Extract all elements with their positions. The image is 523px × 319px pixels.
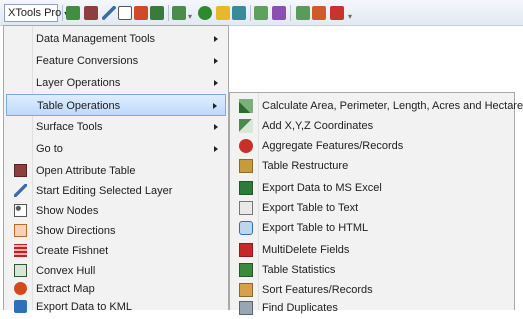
submenu-item-table-statistics[interactable]: Table Statistics xyxy=(232,259,512,281)
grid-icon[interactable] xyxy=(134,6,148,20)
kml-icon xyxy=(14,300,27,313)
aggregate-icon xyxy=(239,139,253,153)
menu-item-export-kml[interactable]: Export Data to KML xyxy=(6,296,226,318)
zoom-icon[interactable] xyxy=(232,6,246,20)
submenu-item-label: Find Duplicates xyxy=(262,302,338,314)
info-icon[interactable] xyxy=(216,6,230,20)
submenu-item-add-xyz[interactable]: Add X,Y,Z Coordinates xyxy=(232,115,512,137)
calculate-icon xyxy=(239,99,253,113)
submenu-item-label: Sort Features/Records xyxy=(262,284,373,296)
table-options-icon[interactable] xyxy=(150,6,164,20)
menu-item-label: Surface Tools xyxy=(36,121,103,133)
toolbar-separator xyxy=(168,5,169,21)
submenu-arrow-icon xyxy=(214,80,218,86)
menu-item-label: Feature Conversions xyxy=(36,55,139,67)
submenu-item-export-text[interactable]: Export Table to Text xyxy=(232,197,512,219)
table-icon[interactable] xyxy=(84,6,98,20)
menu-item-label: Open Attribute Table xyxy=(36,165,136,177)
submenu-item-table-restructure[interactable]: Table Restructure xyxy=(232,155,512,177)
directions-icon xyxy=(14,224,27,237)
menu-item-label: Start Editing Selected Layer xyxy=(36,185,173,197)
convex-hull-icon xyxy=(14,264,27,277)
restructure-icon xyxy=(239,159,253,173)
fishnet-icon xyxy=(14,244,27,257)
table-icon xyxy=(14,164,27,177)
menu-item-create-fishnet[interactable]: Create Fishnet xyxy=(6,240,226,262)
submenu-item-label: Table Statistics xyxy=(262,264,336,276)
menu-item-label: Layer Operations xyxy=(36,77,121,89)
duplicates-icon xyxy=(239,301,253,315)
menu-item-start-editing[interactable]: Start Editing Selected Layer xyxy=(6,180,226,202)
submenu-item-label: Export Table to HTML xyxy=(262,222,369,234)
measure-icon[interactable] xyxy=(312,6,326,20)
submenu-arrow-icon xyxy=(213,103,217,109)
menu-item-layer-operations[interactable]: Layer Operations xyxy=(6,72,226,94)
menu-item-data-management-tools[interactable]: Data Management Tools xyxy=(6,28,226,50)
submenu-item-export-excel[interactable]: Export Data to MS Excel xyxy=(232,177,512,199)
toolbar-separator xyxy=(62,5,63,21)
nodes-icon xyxy=(14,204,27,217)
nodes-icon[interactable] xyxy=(118,6,132,20)
submenu-item-label: Aggregate Features/Records xyxy=(262,140,404,152)
toolbar: XTools Pro ▾ ▾ ▾ xyxy=(0,0,523,26)
submenu-item-calculate-area[interactable]: Calculate Area, Perimeter, Length, Acres… xyxy=(232,95,523,117)
submenu-arrow-icon xyxy=(214,124,218,130)
submenu-item-label: Export Table to Text xyxy=(262,202,359,214)
menu-item-show-nodes[interactable]: Show Nodes xyxy=(6,200,226,222)
menu-item-label: Go to xyxy=(36,143,63,155)
menu-item-label: Table Operations xyxy=(37,100,121,112)
submenu-item-label: Table Restructure xyxy=(262,160,349,172)
table-operations-submenu: Calculate Area, Perimeter, Length, Acres… xyxy=(229,92,523,315)
extract-map-icon xyxy=(14,282,27,295)
statistics-icon xyxy=(239,263,253,277)
submenu-item-multidelete-fields[interactable]: MultiDelete Fields xyxy=(232,239,512,261)
menu-item-label: Create Fishnet xyxy=(36,245,109,257)
toolbar-separator xyxy=(290,5,291,21)
submenu-item-find-duplicates[interactable]: Find Duplicates xyxy=(232,297,512,319)
submenu-item-aggregate[interactable]: Aggregate Features/Records xyxy=(232,135,512,157)
text-export-icon xyxy=(239,201,253,215)
menu-item-table-operations[interactable]: Table Operations xyxy=(6,94,226,116)
menu-item-label: Convex Hull xyxy=(36,265,96,277)
submenu-item-export-html[interactable]: Export Table to HTML xyxy=(232,217,512,239)
submenu-item-label: Export Data to MS Excel xyxy=(262,182,382,194)
menu-item-surface-tools[interactable]: Surface Tools xyxy=(6,116,226,138)
menu-item-feature-conversions[interactable]: Feature Conversions xyxy=(6,50,226,72)
submenu-item-label: Add X,Y,Z Coordinates xyxy=(262,120,374,132)
layer-add-icon[interactable] xyxy=(66,6,80,20)
chart-icon[interactable] xyxy=(296,6,310,20)
submenu-arrow-icon xyxy=(214,146,218,152)
map-icon[interactable] xyxy=(254,6,268,20)
excel-icon xyxy=(239,181,253,195)
sort-icon xyxy=(239,283,253,297)
globe-icon[interactable] xyxy=(198,6,212,20)
window-icon[interactable] xyxy=(272,6,286,20)
layer-icon[interactable] xyxy=(172,6,186,20)
pencil-icon[interactable] xyxy=(102,6,116,20)
menu-item-go-to[interactable]: Go to xyxy=(6,138,226,160)
menu-item-label: Data Management Tools xyxy=(36,33,156,45)
submenu-item-label: MultiDelete Fields xyxy=(262,244,350,256)
menu-item-label: Show Directions xyxy=(36,225,116,237)
toolbar-overflow-icon[interactable]: ▾ xyxy=(348,13,356,21)
submenu-item-label: Calculate Area, Perimeter, Length, Acres… xyxy=(262,100,523,112)
submenu-arrow-icon xyxy=(214,36,218,42)
xtools-dropdown-menu: Data Management Tools Feature Conversion… xyxy=(3,25,229,313)
menu-item-label: Extract Map xyxy=(36,283,95,295)
submenu-arrow-icon xyxy=(214,58,218,64)
menu-item-open-attribute-table[interactable]: Open Attribute Table xyxy=(6,160,226,182)
menu-item-label: Export Data to KML xyxy=(36,301,132,313)
dropdown-icon[interactable]: ▾ xyxy=(188,13,196,21)
xtools-pro-menu-button[interactable]: XTools Pro ▾ xyxy=(4,4,68,22)
xtools-pro-label: XTools Pro xyxy=(8,7,62,19)
menu-item-label: Show Nodes xyxy=(36,205,99,217)
toolbar-separator xyxy=(250,5,251,21)
more-icon[interactable] xyxy=(330,6,344,20)
html-icon xyxy=(239,221,253,235)
xyz-icon xyxy=(239,119,253,133)
multidelete-icon xyxy=(239,243,253,257)
menu-item-show-directions[interactable]: Show Directions xyxy=(6,220,226,242)
pencil-icon xyxy=(14,184,27,197)
